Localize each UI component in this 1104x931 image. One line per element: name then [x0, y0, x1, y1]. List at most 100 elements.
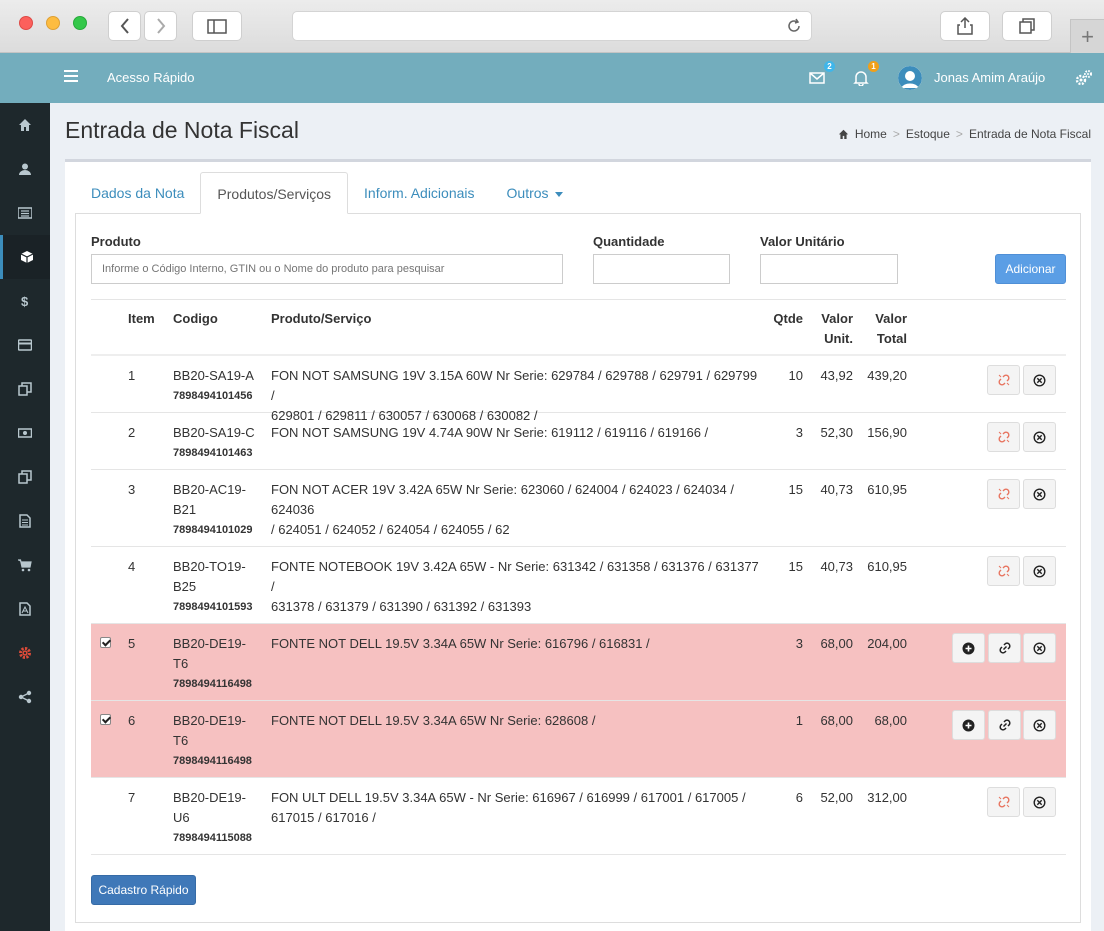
row-remove-button[interactable]	[1023, 633, 1056, 663]
row-unlink-button[interactable]	[987, 422, 1020, 452]
close-window-button[interactable]	[19, 16, 33, 30]
reload-icon[interactable]	[786, 18, 802, 34]
tab-dados-da-nota[interactable]: Dados da Nota	[75, 172, 200, 214]
row-codigo: BB20-AC19- B21 7898494101029	[173, 480, 253, 540]
sidebar-icon	[207, 18, 227, 34]
cadastro-rapido-button[interactable]: Cadastro Rápido	[91, 875, 196, 905]
link-icon	[998, 642, 1011, 654]
sidebar-item-cards[interactable]	[0, 323, 50, 367]
breadcrumb-estoque[interactable]: Estoque	[906, 127, 950, 141]
shopping-cart-icon	[18, 559, 32, 572]
row-codigo-line1: BB20-DE19-	[173, 713, 246, 728]
valor-unitario-input[interactable]	[760, 254, 898, 284]
row-valor-total: 610,95	[867, 482, 907, 497]
sidebar-item-finance[interactable]: $	[0, 279, 50, 323]
quick-access-link[interactable]: Acesso Rápido	[107, 70, 194, 85]
sidebar-item-home[interactable]	[0, 103, 50, 147]
sidebar-item-copy[interactable]	[0, 367, 50, 411]
unlink-icon	[997, 488, 1010, 500]
row-produto-line2: / 624051 / 624052 / 624054 / 624055 / 62	[271, 522, 510, 537]
row-link-button[interactable]	[988, 710, 1021, 740]
row-gtin: 7898494101456	[173, 390, 253, 402]
sidebar-item-stock[interactable]	[0, 235, 50, 279]
row-add-button[interactable]	[952, 633, 985, 663]
row-remove-button[interactable]	[1023, 787, 1056, 817]
row-valor-unit: 52,00	[820, 790, 853, 805]
svg-text:$: $	[21, 294, 29, 308]
sidebar-item-pdf[interactable]	[0, 587, 50, 631]
menu-toggle-icon[interactable]	[64, 70, 78, 85]
tab-produtos-servicos[interactable]: Produtos/Serviços	[200, 172, 349, 214]
envelope-icon	[809, 72, 825, 84]
row-produto: FON NOT SAMSUNG 19V 4.74A 90W Nr Serie: …	[271, 423, 761, 443]
row-link-button[interactable]	[988, 633, 1021, 663]
cube-icon	[20, 251, 33, 263]
row-codigo: BB20-DE19- U6 7898494115088	[173, 788, 252, 848]
row-remove-button[interactable]	[1023, 556, 1056, 586]
link-icon	[998, 719, 1011, 731]
row-checkbox[interactable]	[100, 637, 111, 648]
breadcrumb-separator: >	[955, 127, 963, 141]
notifications-button[interactable]: 1	[853, 61, 879, 87]
breadcrumb-separator: >	[892, 127, 900, 141]
maximize-window-button[interactable]	[73, 16, 87, 30]
share-button[interactable]	[940, 11, 990, 41]
top-navbar: Acesso Rápido 2 1 Jonas Amim Araújo	[0, 53, 1104, 103]
row-unlink-button[interactable]	[987, 365, 1020, 395]
times-circle-icon	[1033, 373, 1046, 387]
row-codigo-line2: T6	[173, 656, 189, 671]
main-box: Dados da Nota Produtos/Serviços Inform. …	[65, 159, 1091, 931]
row-remove-button[interactable]	[1023, 365, 1056, 395]
times-circle-icon	[1033, 487, 1046, 501]
table-body: 1 BB20-SA19-A 7898494101456 FON NOT SAMSUNG…	[91, 356, 1066, 855]
row-add-button[interactable]	[952, 710, 985, 740]
row-remove-button[interactable]	[1023, 479, 1056, 509]
row-valor-unit: 52,30	[820, 425, 853, 440]
row-valor-unit: 40,73	[820, 482, 853, 497]
back-button[interactable]	[108, 11, 141, 41]
row-remove-button[interactable]	[1023, 710, 1056, 740]
tab-inform-adicionais[interactable]: Inform. Adicionais	[348, 172, 491, 214]
sidebar-item-users[interactable]	[0, 147, 50, 191]
minimize-window-button[interactable]	[46, 16, 60, 30]
settings-button[interactable]	[1075, 69, 1095, 89]
row-checkbox[interactable]	[100, 714, 111, 725]
tab-outros-label: Outros	[506, 185, 549, 201]
sidebar-item-reports[interactable]	[0, 499, 50, 543]
times-circle-icon	[1033, 641, 1046, 655]
sidebar-toggle-button[interactable]	[192, 11, 242, 41]
sidebar-item-cart[interactable]	[0, 543, 50, 587]
tabs-icon	[1019, 18, 1035, 34]
sidebar: $	[0, 103, 50, 931]
quantidade-input[interactable]	[593, 254, 730, 284]
sidebar-item-share[interactable]	[0, 675, 50, 719]
sidebar-item-settings[interactable]	[0, 631, 50, 675]
sidebar-item-list[interactable]	[0, 191, 50, 235]
url-bar[interactable]	[292, 11, 812, 41]
breadcrumb-home[interactable]: Home	[855, 127, 887, 141]
sidebar-item-documents[interactable]	[0, 455, 50, 499]
produto-search-input[interactable]	[91, 254, 563, 284]
user-name[interactable]: Jonas Amim Araújo	[934, 70, 1045, 85]
row-unlink-button[interactable]	[987, 479, 1020, 509]
add-button[interactable]: Adicionar	[995, 254, 1066, 284]
row-unlink-button[interactable]	[987, 556, 1020, 586]
sidebar-item-money[interactable]	[0, 411, 50, 455]
table-row: 7 BB20-DE19- U6 7898494115088 FON ULT DELL 1…	[91, 778, 1066, 855]
row-unlink-button[interactable]	[987, 787, 1020, 817]
produto-label: Produto	[91, 234, 141, 249]
share-icon	[957, 17, 973, 35]
tab-outros[interactable]: Outros	[491, 172, 580, 214]
forward-button[interactable]	[144, 11, 177, 41]
new-tab-button[interactable]: +	[1070, 19, 1104, 53]
messages-button[interactable]: 2	[809, 61, 835, 87]
row-qtde: 3	[795, 636, 803, 651]
row-remove-button[interactable]	[1023, 422, 1056, 452]
user-avatar-icon	[898, 66, 922, 90]
row-produto-line1: FON NOT ACER 19V 3.42A 65W Nr Serie: 623…	[271, 482, 734, 517]
tabs-overview-button[interactable]	[1002, 11, 1052, 41]
row-valor-total: 204,00	[867, 636, 907, 651]
user-avatar[interactable]	[898, 66, 922, 90]
quantidade-label: Quantidade	[593, 234, 665, 249]
row-gtin: 7898494115088	[173, 832, 252, 844]
